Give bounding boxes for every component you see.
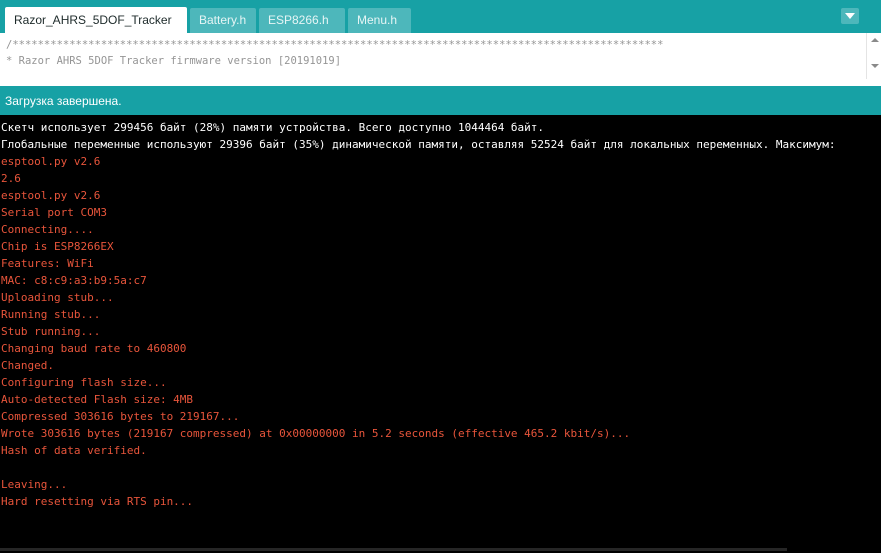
scroll-up-icon[interactable] <box>871 38 879 42</box>
console-line: Compressed 303616 bytes to 219167... <box>1 410 240 423</box>
console-line: Скетч использует 299456 байт (28%) памят… <box>1 121 545 134</box>
console-line: Auto-detected Flash size: 4MB <box>1 393 194 406</box>
console-output: Скетч использует 299456 байт (28%) памят… <box>0 115 881 551</box>
code-line: * Razor AHRS 5DOF Tracker firmware versi… <box>6 55 342 67</box>
console-line: Uploading stub... <box>1 291 114 304</box>
console-line: Changed. <box>1 359 54 372</box>
editor-scrollbar[interactable] <box>866 33 881 79</box>
code-editor[interactable]: /***************************************… <box>0 33 881 79</box>
console-line: Connecting.... <box>1 223 94 236</box>
console-line: Wrote 303616 bytes (219167 compressed) a… <box>1 427 631 440</box>
console-line: Changing baud rate to 460800 <box>1 342 187 355</box>
tab-esp8266-h[interactable]: ESP8266.h <box>259 8 345 33</box>
console-line: Serial port COM3 <box>1 206 107 219</box>
tab-menu-h[interactable]: Menu.h <box>348 8 411 33</box>
console-line: Глобальные переменные используют 29396 б… <box>1 138 836 151</box>
divider <box>0 79 881 86</box>
status-bar: Загрузка завершена. <box>0 86 881 115</box>
chevron-down-icon[interactable] <box>841 8 859 24</box>
console-line: Running stub... <box>1 308 101 321</box>
console-line: MAC: c8:c9:a3:b9:5a:c7 <box>1 274 147 287</box>
tab-battery-h[interactable]: Battery.h <box>190 8 256 33</box>
console-line: 2.6 <box>1 172 21 185</box>
console-line: Hash of data verified. <box>1 444 147 457</box>
scroll-down-icon[interactable] <box>871 64 879 68</box>
console-line: Chip is ESP8266EX <box>1 240 114 253</box>
console-line: esptool.py v2.6 <box>1 155 101 168</box>
tab-bar: Razor_AHRS_5DOF_Tracker Battery.h ESP826… <box>0 0 881 33</box>
console-line: Leaving... <box>1 478 68 491</box>
code-line: /***************************************… <box>6 39 664 51</box>
console-line: esptool.py v2.6 <box>1 189 101 202</box>
console-line: Stub running... <box>1 325 101 338</box>
console-line: Hard resetting via RTS pin... <box>1 495 194 508</box>
status-message: Загрузка завершена. <box>5 94 122 108</box>
console-line: Features: WiFi <box>1 257 94 270</box>
console-line: Configuring flash size... <box>1 376 167 389</box>
tab-razor-ahrs-5dof-tracker[interactable]: Razor_AHRS_5DOF_Tracker <box>5 7 187 33</box>
